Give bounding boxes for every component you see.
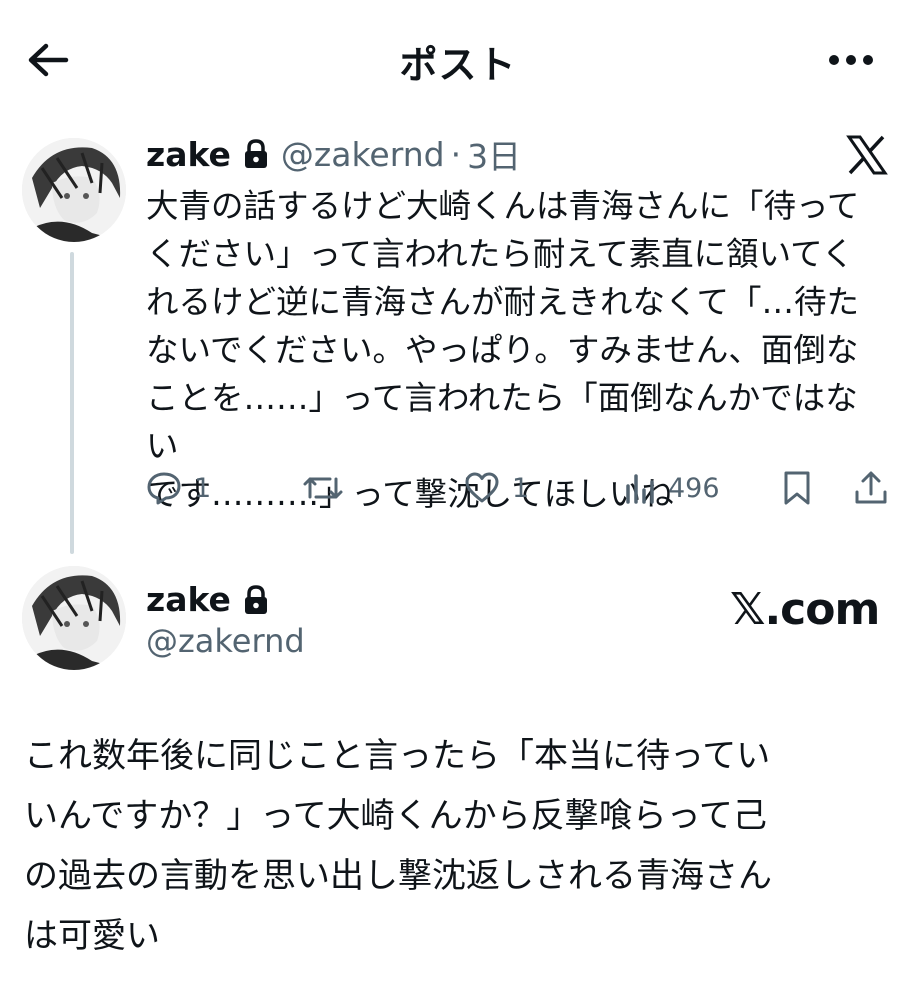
share-icon (855, 471, 887, 504)
display-name[interactable]: zake (146, 135, 231, 174)
reply-button[interactable]: 1 (146, 466, 211, 510)
post-header: zake @zakernd · 3日 (146, 134, 521, 177)
lock-icon (243, 139, 269, 169)
more-horizontal-icon (829, 55, 873, 65)
x-com-brand: 𝕏.com (730, 584, 880, 635)
display-name[interactable]: zake (146, 580, 231, 619)
x-logo-icon (846, 134, 888, 176)
action-bar: 1 1 496 (146, 466, 896, 510)
bookmark-icon (784, 471, 810, 505)
like-count: 1 (512, 472, 530, 504)
views-icon (626, 474, 654, 504)
heart-icon (465, 472, 499, 503)
avatar[interactable] (22, 566, 126, 670)
handle[interactable]: @zakernd (146, 622, 305, 660)
avatar-illustration (22, 566, 126, 670)
share-button[interactable] (854, 466, 888, 510)
bookmark-button[interactable] (782, 466, 812, 510)
more-options-button[interactable] (826, 40, 876, 80)
repost-icon (303, 477, 343, 499)
like-button[interactable]: 1 (464, 466, 529, 510)
handle[interactable]: @zakernd (281, 135, 445, 174)
avatar-illustration (22, 138, 126, 242)
post-header: zake (146, 580, 281, 619)
page-title: ポスト (399, 43, 517, 87)
views-button[interactable]: 496 (624, 466, 720, 510)
thread-line (70, 252, 74, 554)
top-bar: ポスト (0, 0, 916, 118)
view-count: 496 (668, 472, 720, 504)
lock-icon (243, 584, 269, 615)
reply-count: 1 (194, 472, 212, 504)
timestamp[interactable]: 3日 (467, 130, 521, 178)
separator: · (450, 134, 462, 174)
avatar[interactable] (22, 138, 126, 242)
post-text: これ数年後に同じこと言ったら「本当に待ってい いんですか？」って大崎くんから反撃… (24, 736, 772, 956)
reply-icon (147, 472, 181, 505)
repost-button[interactable] (302, 466, 356, 510)
